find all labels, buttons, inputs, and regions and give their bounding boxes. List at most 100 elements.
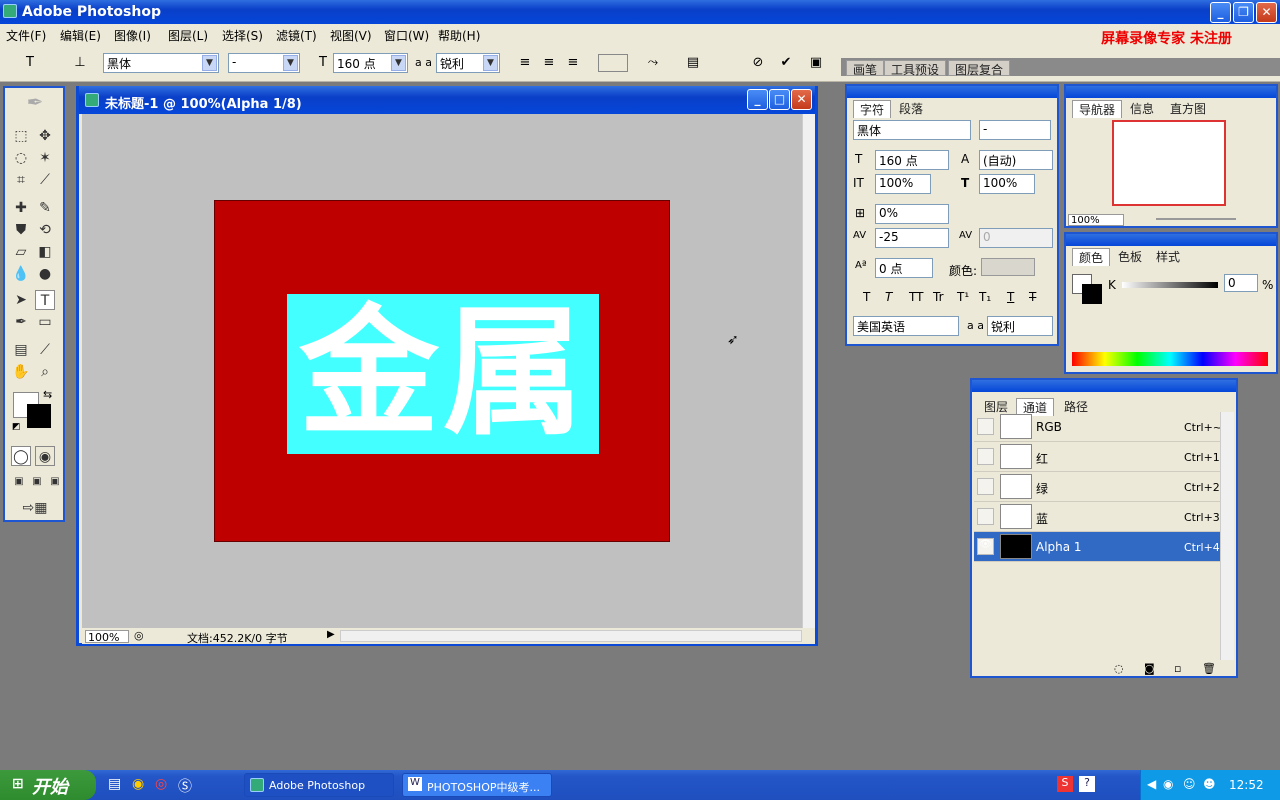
history-brush-icon[interactable]: ⟲: [35, 220, 55, 240]
tray-user-icon[interactable]: ☻: [1203, 777, 1216, 791]
channel-row-red[interactable]: 红 Ctrl+1: [974, 442, 1220, 472]
language-select[interactable]: 美国英语: [853, 316, 959, 336]
task-photoshop[interactable]: Adobe Photoshop: [244, 773, 394, 797]
char-font-style-select[interactable]: -: [979, 120, 1051, 140]
char-font-family-select[interactable]: 黑体: [853, 120, 971, 140]
tray-s-icon[interactable]: S: [1057, 776, 1073, 792]
menu-view[interactable]: 视图(V): [330, 27, 372, 44]
notes-tool-icon[interactable]: ▤: [11, 340, 31, 360]
char-tsume-field[interactable]: 0%: [875, 204, 949, 224]
antialias-select[interactable]: 锐利 ▼: [436, 53, 500, 73]
shape-tool-icon[interactable]: ▭: [35, 312, 55, 332]
eyedropper-icon[interactable]: ⟋: [35, 340, 55, 360]
doc-minimize-button[interactable]: _: [747, 89, 768, 110]
quicklaunch-explorer-icon[interactable]: ▤: [108, 776, 121, 792]
char-hscale-field[interactable]: 100%: [979, 174, 1035, 194]
char-color-swatch[interactable]: [981, 258, 1035, 276]
jump-to-imageready-icon[interactable]: ⇨▦: [15, 498, 55, 518]
doc-maximize-button[interactable]: □: [769, 89, 790, 110]
warp-text-icon[interactable]: ⤳: [643, 53, 663, 73]
pen-tool-icon[interactable]: ✒: [11, 312, 31, 332]
document-title-bar[interactable]: 未标题-1 @ 100%(Alpha 1/8) _ □ ✕: [79, 86, 815, 114]
new-channel-icon[interactable]: ▫: [1174, 662, 1181, 675]
tray-network-icon[interactable]: ◉: [1163, 777, 1173, 791]
magic-wand-icon[interactable]: ✶: [35, 148, 55, 168]
default-colors-icon[interactable]: ◩: [12, 422, 21, 432]
minimize-button[interactable]: _: [1210, 2, 1231, 23]
menu-filter[interactable]: 滤镜(T): [276, 27, 317, 44]
close-button[interactable]: ✕: [1256, 2, 1277, 23]
font-style-select[interactable]: - ▼: [228, 53, 300, 73]
channel-row-alpha[interactable]: 👁 Alpha 1 Ctrl+4: [974, 532, 1220, 562]
trash-icon[interactable]: 🗑: [1202, 662, 1216, 675]
start-button[interactable]: ⊞ 开始: [0, 770, 96, 800]
lasso-tool-icon[interactable]: ◌: [11, 148, 31, 168]
navigator-preview[interactable]: [1112, 120, 1226, 206]
font-family-select[interactable]: 黑体 ▼: [103, 53, 219, 73]
align-right-icon[interactable]: ≡: [563, 53, 583, 73]
tab-color[interactable]: 颜色: [1072, 248, 1111, 266]
well-tab-brushes[interactable]: 画笔: [846, 60, 885, 77]
horizontal-scrollbar[interactable]: [340, 630, 802, 642]
canvas-area[interactable]: 金属 ➶: [82, 114, 802, 628]
panel-titlebar[interactable]: [1066, 234, 1276, 246]
menu-help[interactable]: 帮助(H): [438, 27, 480, 44]
align-center-icon[interactable]: ≡: [539, 53, 559, 73]
slice-tool-icon[interactable]: ⟋: [35, 170, 55, 190]
status-menu-icon[interactable]: ◎: [134, 629, 144, 642]
background-color-swatch[interactable]: [27, 404, 51, 428]
well-tab-layer-comps[interactable]: 图层复合: [948, 60, 1011, 77]
menu-image[interactable]: 图像(I): [114, 27, 151, 44]
char-tracking-field[interactable]: 0: [979, 228, 1053, 248]
quick-mask-icon[interactable]: ◉: [35, 446, 55, 466]
superscript-button[interactable]: T¹: [957, 290, 969, 304]
type-tool-preset-icon[interactable]: T: [20, 53, 40, 73]
visibility-toggle[interactable]: [977, 418, 994, 435]
tab-styles[interactable]: 样式: [1150, 248, 1186, 265]
channel-row-green[interactable]: 绿 Ctrl+2: [974, 472, 1220, 502]
path-selection-icon[interactable]: ➤: [11, 290, 31, 310]
task-document[interactable]: W PHOTOSHOP中级考...: [402, 773, 552, 797]
menu-file[interactable]: 文件(F): [6, 27, 46, 44]
char-size-field[interactable]: 160 点: [875, 150, 949, 170]
restore-button[interactable]: ❐: [1233, 2, 1254, 23]
text-orientation-icon[interactable]: ⊥: [70, 53, 90, 73]
brush-tool-icon[interactable]: ✎: [35, 198, 55, 218]
quicklaunch-app-icon[interactable]: Ⓢ: [178, 776, 192, 796]
eraser-tool-icon[interactable]: ▱: [11, 242, 31, 262]
navigator-zoom-field[interactable]: 100%: [1068, 214, 1124, 226]
screen-mode-full-menu-icon[interactable]: ▣: [27, 472, 47, 492]
strikethrough-button[interactable]: T: [1029, 290, 1036, 304]
well-tab-tool-presets[interactable]: 工具预设: [884, 60, 947, 77]
clone-stamp-icon[interactable]: ⛊: [11, 220, 31, 240]
vertical-scrollbar[interactable]: [802, 114, 815, 628]
visibility-toggle[interactable]: [977, 448, 994, 465]
font-size-select[interactable]: 160 点 ▼: [333, 53, 408, 73]
crop-tool-icon[interactable]: ⌗: [11, 170, 31, 190]
canvas-image[interactable]: 金属: [214, 200, 670, 542]
channels-scrollbar[interactable]: [1220, 412, 1234, 660]
menu-edit[interactable]: 编辑(E): [60, 27, 101, 44]
eye-icon[interactable]: 👁: [977, 538, 994, 555]
char-kerning-field[interactable]: -25: [875, 228, 949, 248]
char-antialias-select[interactable]: 锐利: [987, 316, 1053, 336]
channel-row-blue[interactable]: 蓝 Ctrl+3: [974, 502, 1220, 532]
screen-mode-standard-icon[interactable]: ▣: [9, 472, 29, 492]
swap-colors-icon[interactable]: ⇆: [43, 388, 52, 401]
quicklaunch-ie-icon[interactable]: ◉: [132, 776, 144, 792]
color-bg-swatch[interactable]: [1082, 284, 1102, 304]
zoom-field[interactable]: 100%: [85, 630, 129, 644]
zoom-tool-icon[interactable]: ⌕: [35, 362, 55, 382]
screen-mode-full-icon[interactable]: ▣: [45, 472, 65, 492]
status-arrow-icon[interactable]: ▶: [327, 629, 335, 640]
color-ramp[interactable]: [1072, 352, 1268, 366]
file-browser-icon[interactable]: ▣: [806, 53, 826, 73]
marquee-tool-icon[interactable]: ⬚: [11, 126, 31, 146]
quicklaunch-browser-icon[interactable]: ◎: [155, 776, 167, 792]
visibility-toggle[interactable]: [977, 508, 994, 525]
faux-bold-button[interactable]: T: [863, 290, 870, 304]
tray-app-icon[interactable]: ☺: [1183, 777, 1196, 791]
gradient-tool-icon[interactable]: ◧: [35, 242, 55, 262]
color-k-field[interactable]: 0: [1224, 274, 1258, 292]
small-caps-button[interactable]: Tr: [933, 290, 944, 304]
